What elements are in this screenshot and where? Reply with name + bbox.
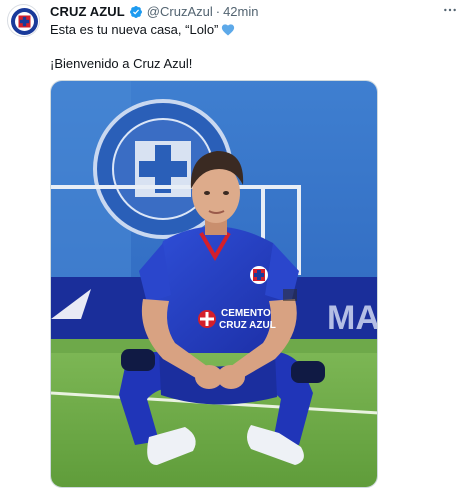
club-crest-icon bbox=[8, 5, 39, 36]
tweet-text-line1: Esta es tu nueva casa, “Lolo” bbox=[50, 21, 235, 38]
account-handle[interactable]: @CruzAzul bbox=[147, 4, 213, 20]
tweet: CRUZ AZUL @CruzAzul · 42min Esta es tu n… bbox=[0, 0, 464, 491]
blue-heart-icon bbox=[222, 24, 235, 36]
tweet-text-line2: ¡Bienvenido a Cruz Azul! bbox=[50, 56, 193, 71]
player-photo: MA CEMENTO CRUZ AZUL bbox=[51, 81, 378, 487]
account-name[interactable]: CRUZ AZUL bbox=[50, 4, 125, 20]
tweet-header: CRUZ AZUL @CruzAzul · 42min bbox=[50, 4, 259, 20]
tweet-photo[interactable]: MA CEMENTO CRUZ AZUL bbox=[50, 80, 378, 488]
tweet-text: Esta es tu nueva casa, “Lolo” bbox=[50, 22, 219, 37]
more-options-icon[interactable] bbox=[440, 1, 460, 19]
timestamp[interactable]: 42min bbox=[223, 4, 258, 20]
board-text: MA bbox=[327, 299, 378, 337]
avatar[interactable] bbox=[7, 4, 40, 37]
jersey-sponsor-line1: CEMENTO bbox=[221, 308, 271, 319]
jersey-sponsor-line2: CRUZ AZUL bbox=[219, 320, 276, 331]
verified-badge-icon bbox=[129, 6, 142, 18]
separator-dot: · bbox=[215, 4, 221, 19]
